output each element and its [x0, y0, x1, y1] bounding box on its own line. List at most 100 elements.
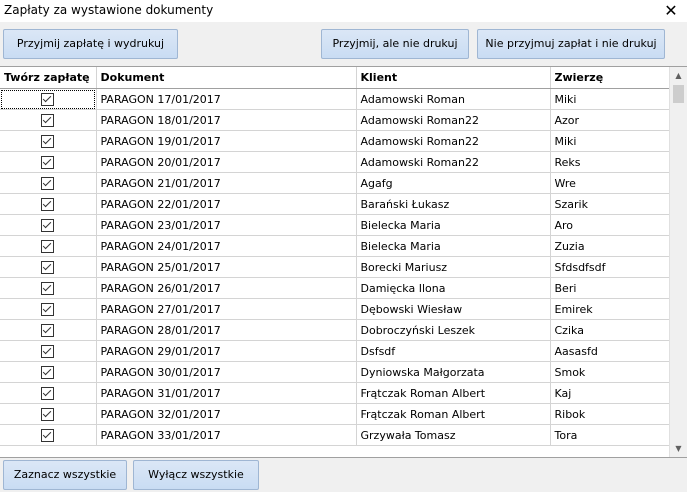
column-header-client[interactable]: Klient [356, 67, 551, 89]
table-row[interactable]: PARAGON 20/01/2017 Adamowski Roman22 Reks [0, 151, 671, 173]
scrollbar-thumb[interactable] [673, 85, 684, 103]
checkbox-checked-icon[interactable] [41, 260, 55, 274]
checkbox-checked-icon[interactable] [41, 365, 55, 379]
client-cell: Dębowski Wiesław [356, 298, 551, 320]
document-cell: PARAGON 29/01/2017 [96, 340, 357, 362]
documents-grid[interactable]: Twórz zapłatę Dokument Klient Zwierzę PA… [0, 66, 687, 458]
scroll-up-icon[interactable]: ▲ [670, 67, 687, 84]
close-icon[interactable]: ✕ [661, 1, 681, 21]
create-payment-cell[interactable] [0, 319, 97, 341]
table-header-row: Twórz zapłatę Dokument Klient Zwierzę [0, 67, 671, 89]
table-row[interactable]: PARAGON 23/01/2017 Bielecka Maria Aro [0, 214, 671, 236]
checkbox-checked-icon[interactable] [41, 281, 55, 295]
create-payment-cell[interactable] [0, 88, 97, 110]
table-row[interactable]: PARAGON 24/01/2017 Bielecka Maria Zuzia [0, 235, 671, 257]
select-all-button[interactable]: Zaznacz wszystkie [3, 460, 127, 490]
create-payment-cell[interactable] [0, 256, 97, 278]
checkbox-checked-icon[interactable] [41, 134, 55, 148]
table-row[interactable]: PARAGON 28/01/2017 Dobroczyński Leszek Czi… [0, 319, 671, 341]
table-row[interactable]: PARAGON 18/01/2017 Adamowski Roman22 Azor [0, 109, 671, 131]
table-row[interactable]: PARAGON 29/01/2017 Dsfsdf Aasasfd [0, 340, 671, 362]
column-header-create-payment[interactable]: Twórz zapłatę [0, 67, 97, 89]
animal-cell: Azor [550, 109, 671, 131]
accept-no-print-button[interactable]: Przyjmij, ale nie drukuj [321, 29, 469, 59]
client-cell: Dsfsdf [356, 340, 551, 362]
animal-cell: Ribok [550, 403, 671, 425]
checkbox-checked-icon[interactable] [41, 323, 55, 337]
document-cell: PARAGON 27/01/2017 [96, 298, 357, 320]
document-cell: PARAGON 28/01/2017 [96, 319, 357, 341]
checkbox-checked-icon[interactable] [41, 197, 55, 211]
create-payment-cell[interactable] [0, 235, 97, 257]
accept-and-print-button[interactable]: Przyjmij zapłatę i wydrukuj [3, 29, 178, 59]
client-cell: Adamowski Roman22 [356, 151, 551, 173]
create-payment-cell[interactable] [0, 298, 97, 320]
table-row[interactable]: PARAGON 17/01/2017 Adamowski Roman Miki [0, 88, 671, 110]
checkbox-checked-icon[interactable] [41, 239, 55, 253]
checkbox-checked-icon[interactable] [41, 113, 55, 127]
client-cell: Dobroczyński Leszek [356, 319, 551, 341]
create-payment-cell[interactable] [0, 172, 97, 194]
checkbox-checked-icon[interactable] [41, 155, 55, 169]
table-row[interactable]: PARAGON 19/01/2017 Adamowski Roman22 Miki [0, 130, 671, 152]
create-payment-cell[interactable] [0, 214, 97, 236]
table-row[interactable]: PARAGON 31/01/2017 Frątczak Roman Albert K… [0, 382, 671, 404]
animal-cell: Miki [550, 130, 671, 152]
client-cell: Frątczak Roman Albert [356, 403, 551, 425]
document-cell: PARAGON 20/01/2017 [96, 151, 357, 173]
client-cell: Adamowski Roman [356, 88, 551, 110]
client-cell: Barański Łukasz [356, 193, 551, 215]
table-row[interactable]: PARAGON 33/01/2017 Grzywała Tomasz Tora [0, 424, 671, 446]
client-cell: Adamowski Roman22 [356, 109, 551, 131]
vertical-scrollbar[interactable]: ▲ ▼ [669, 67, 687, 457]
document-cell: PARAGON 18/01/2017 [96, 109, 357, 131]
checkbox-checked-icon[interactable] [41, 92, 55, 106]
table-row[interactable]: PARAGON 22/01/2017 Barański Łukasz Szarik [0, 193, 671, 215]
create-payment-cell[interactable] [0, 130, 97, 152]
checkbox-checked-icon[interactable] [41, 428, 55, 442]
window-title: Zapłaty za wystawione dokumenty [4, 3, 214, 17]
client-cell: Borecki Mariusz [356, 256, 551, 278]
animal-cell: Beri [550, 277, 671, 299]
checkbox-checked-icon[interactable] [41, 218, 55, 232]
table-row[interactable]: PARAGON 21/01/2017 Agafg Wre [0, 172, 671, 194]
table-row[interactable]: PARAGON 27/01/2017 Dębowski Wiesław Emirek [0, 298, 671, 320]
reject-payments-button[interactable]: Nie przyjmuj zapłat i nie drukuj [477, 29, 665, 59]
create-payment-cell[interactable] [0, 424, 97, 446]
animal-cell: Szarik [550, 193, 671, 215]
client-cell: Dyniowska Małgorzata [356, 361, 551, 383]
table-row[interactable]: PARAGON 26/01/2017 Damięcka Ilona Beri [0, 277, 671, 299]
scroll-down-icon[interactable]: ▼ [670, 440, 687, 457]
animal-cell: Miki [550, 88, 671, 110]
create-payment-cell[interactable] [0, 361, 97, 383]
checkbox-checked-icon[interactable] [41, 407, 55, 421]
checkbox-checked-icon[interactable] [41, 386, 55, 400]
deselect-all-button[interactable]: Wyłącz wszystkie [133, 460, 259, 490]
documents-table: Twórz zapłatę Dokument Klient Zwierzę PA… [0, 67, 671, 446]
client-cell: Agafg [356, 172, 551, 194]
create-payment-cell[interactable] [0, 403, 97, 425]
create-payment-cell[interactable] [0, 193, 97, 215]
checkbox-checked-icon[interactable] [41, 176, 55, 190]
table-row[interactable]: PARAGON 32/01/2017 Frątczak Roman Albert R… [0, 403, 671, 425]
create-payment-cell[interactable] [0, 340, 97, 362]
create-payment-cell[interactable] [0, 277, 97, 299]
document-cell: PARAGON 21/01/2017 [96, 172, 357, 194]
table-row[interactable]: PARAGON 25/01/2017 Borecki Mariusz Sfdsdfs… [0, 256, 671, 278]
column-header-document[interactable]: Dokument [96, 67, 357, 89]
client-cell: Bielecka Maria [356, 235, 551, 257]
client-cell: Damięcka Ilona [356, 277, 551, 299]
create-payment-cell[interactable] [0, 151, 97, 173]
checkbox-checked-icon[interactable] [41, 344, 55, 358]
table-row[interactable]: PARAGON 30/01/2017 Dyniowska Małgorzata Sm… [0, 361, 671, 383]
checkbox-checked-icon[interactable] [41, 302, 55, 316]
animal-cell: Sfdsdfsdf [550, 256, 671, 278]
column-header-animal[interactable]: Zwierzę [550, 67, 671, 89]
animal-cell: Wre [550, 172, 671, 194]
document-cell: PARAGON 31/01/2017 [96, 382, 357, 404]
create-payment-cell[interactable] [0, 382, 97, 404]
animal-cell: Zuzia [550, 235, 671, 257]
document-cell: PARAGON 32/01/2017 [96, 403, 357, 425]
title-bar: Zapłaty za wystawione dokumenty ✕ [0, 0, 687, 22]
create-payment-cell[interactable] [0, 109, 97, 131]
